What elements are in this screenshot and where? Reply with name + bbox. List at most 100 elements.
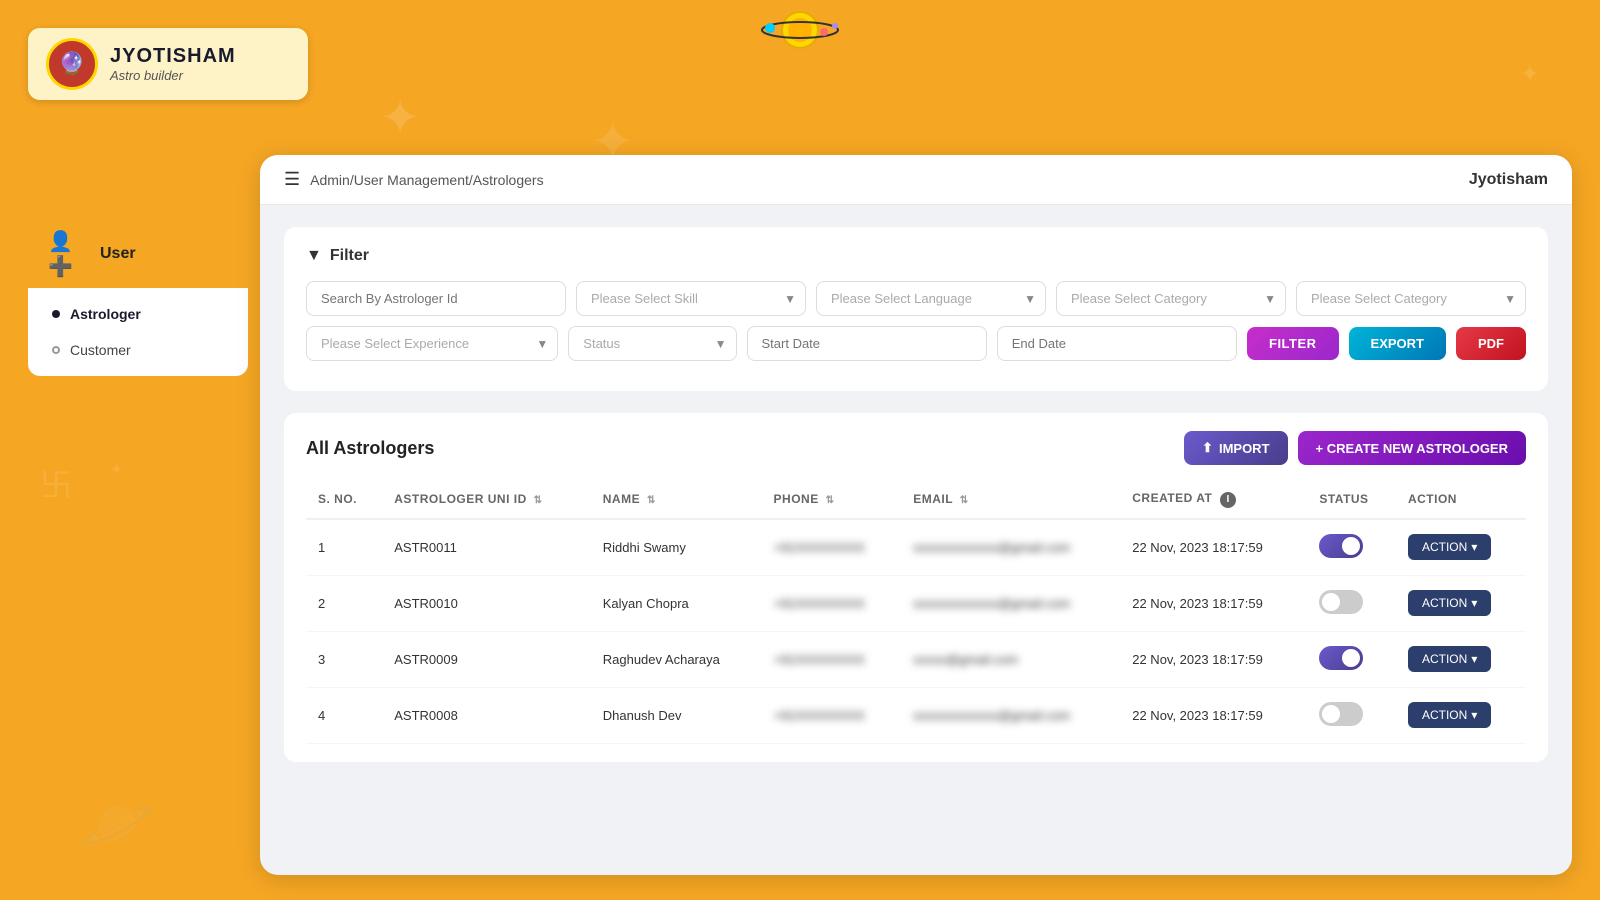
cell-name-2: Raghudev Acharaya [591,631,762,687]
cell-status-1[interactable] [1307,575,1396,631]
cell-phone-0: +91XXXXXXXX [762,519,902,576]
action-button-0[interactable]: ACTION ▾ [1408,534,1491,560]
sidebar-item-astrologer[interactable]: Astrologer [28,296,248,332]
sidebar-item-customer[interactable]: Customer [28,332,248,368]
col-status: STATUS [1307,481,1396,519]
active-dot [52,310,60,318]
astrologer-label: Astrologer [70,306,141,322]
cell-name-3: Dhanush Dev [591,687,762,743]
cell-uni-id-3: ASTR0008 [382,687,590,743]
top-decoration [750,0,850,65]
cell-created-1: 22 Nov, 2023 18:17:59 [1120,575,1307,631]
status-select[interactable]: Status [568,326,736,361]
cell-sno-2: 3 [306,631,382,687]
created-info-icon[interactable]: i [1220,492,1236,508]
action-chevron-2: ▾ [1471,652,1477,666]
cell-created-0: 22 Nov, 2023 18:17:59 [1120,519,1307,576]
filter-title: Filter [330,247,369,265]
table-title: All Astrologers [306,438,434,459]
content-area: ▼ Filter Please Select Skill ▼ Please Se… [260,205,1572,873]
status-toggle-2[interactable] [1319,646,1363,670]
filter-row-1: Please Select Skill ▼ Please Select Lang… [306,281,1526,316]
col-email: EMAIL ⇅ [901,481,1120,519]
cell-phone-1: +91XXXXXXXX [762,575,902,631]
table-row: 2 ASTR0010 Kalyan Chopra +91XXXXXXXX xxx… [306,575,1526,631]
table-head-row: S. NO. ASTROLOGER UNI ID ⇅ NAME ⇅ PHONE … [306,481,1526,519]
toggle-slider-2[interactable] [1319,646,1363,670]
filter-icon: ▼ [306,247,322,265]
end-date-input[interactable] [997,326,1237,361]
col-action: ACTION [1396,481,1526,519]
customer-label: Customer [70,342,131,358]
sort-name-icon: ⇅ [647,495,656,506]
action-label-1: ACTION [1422,596,1467,610]
cell-created-3: 22 Nov, 2023 18:17:59 [1120,687,1307,743]
cell-action-0: ACTION ▾ [1396,519,1526,576]
col-created: CREATED AT i [1120,481,1307,519]
start-date-input[interactable] [747,326,987,361]
sidebar-menu: Astrologer Customer [28,288,248,376]
skill-select[interactable]: Please Select Skill [576,281,806,316]
toggle-slider-3[interactable] [1319,702,1363,726]
menu-icon[interactable]: ☰ [284,169,300,190]
action-chevron-3: ▾ [1471,708,1477,722]
inactive-dot [52,346,60,354]
main-panel: ☰ Admin/User Management/Astrologers Jyot… [260,155,1572,875]
cell-name-1: Kalyan Chopra [591,575,762,631]
user-icon: 👤➕ [48,234,88,274]
experience-select[interactable]: Please Select Experience [306,326,558,361]
filter-section: ▼ Filter Please Select Skill ▼ Please Se… [284,227,1548,391]
sort-email-icon: ⇅ [960,495,969,506]
table-section: All Astrologers ⬆ IMPORT + CREATE NEW AS… [284,413,1548,762]
create-astrologer-button[interactable]: + CREATE NEW ASTROLOGER [1298,431,1526,465]
status-toggle-0[interactable] [1319,534,1363,558]
cell-uni-id-0: ASTR0011 [382,519,590,576]
brand-name: JYOTISHAM [110,45,236,68]
status-toggle-3[interactable] [1319,702,1363,726]
action-button-2[interactable]: ACTION ▾ [1408,646,1491,672]
cell-status-0[interactable] [1307,519,1396,576]
cell-action-1: ACTION ▾ [1396,575,1526,631]
cell-email-0: xxxxxxxxxxxxx@gmail.com [901,519,1120,576]
cell-created-2: 22 Nov, 2023 18:17:59 [1120,631,1307,687]
breadcrumb: Admin/User Management/Astrologers [310,172,543,188]
cell-status-3[interactable] [1307,687,1396,743]
experience-select-wrapper: Please Select Experience ▼ [306,326,558,361]
action-chevron-0: ▾ [1471,540,1477,554]
cell-sno-0: 1 [306,519,382,576]
filter-button[interactable]: FILTER [1247,327,1339,360]
language-select[interactable]: Please Select Language [816,281,1046,316]
import-label: IMPORT [1219,441,1270,456]
pdf-button[interactable]: PDF [1456,327,1526,360]
sidebar-user-section[interactable]: 👤➕ User [28,220,248,288]
search-input[interactable] [306,281,566,316]
cell-phone-2: +91XXXXXXXX [762,631,902,687]
export-button[interactable]: EXPORT [1349,327,1446,360]
table-row: 1 ASTR0011 Riddhi Swamy +91XXXXXXXX xxxx… [306,519,1526,576]
toggle-slider-1[interactable] [1319,590,1363,614]
cell-uni-id-1: ASTR0010 [382,575,590,631]
category1-select[interactable]: Please Select Category [1056,281,1286,316]
status-select-wrapper: Status ▼ [568,326,736,361]
cell-status-2[interactable] [1307,631,1396,687]
sidebar-user-label: User [100,245,136,263]
toggle-slider-0[interactable] [1319,534,1363,558]
col-uni-id: ASTROLOGER UNI ID ⇅ [382,481,590,519]
filter-header: ▼ Filter [306,247,1526,265]
action-button-1[interactable]: ACTION ▾ [1408,590,1491,616]
header-bar: ☰ Admin/User Management/Astrologers Jyot… [260,155,1572,205]
astrologers-table: S. NO. ASTROLOGER UNI ID ⇅ NAME ⇅ PHONE … [306,481,1526,744]
cell-email-1: xxxxxxxxxxxxx@gmail.com [901,575,1120,631]
col-sno: S. NO. [306,481,382,519]
category2-select[interactable]: Please Select Category [1296,281,1526,316]
col-phone: PHONE ⇅ [762,481,902,519]
status-toggle-1[interactable] [1319,590,1363,614]
table-row: 4 ASTR0008 Dhanush Dev +91XXXXXXXX xxxxx… [306,687,1526,743]
category2-select-wrapper: Please Select Category ▼ [1296,281,1526,316]
action-button-3[interactable]: ACTION ▾ [1408,702,1491,728]
import-button[interactable]: ⬆ IMPORT [1184,431,1287,465]
cell-email-3: xxxxxxxxxxxxx@gmail.com [901,687,1120,743]
cell-phone-3: +91XXXXXXXX [762,687,902,743]
cell-email-2: xxxxx@gmail.com [901,631,1120,687]
logo-text: JYOTISHAM Astro builder [110,45,236,83]
